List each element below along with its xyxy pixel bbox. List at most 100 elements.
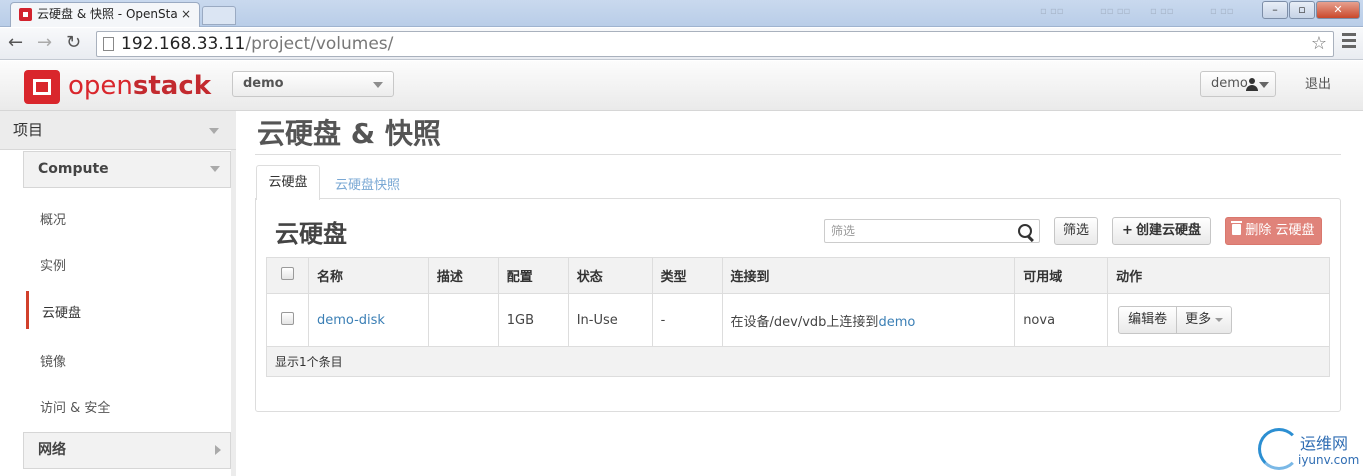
- browser-menu-icon[interactable]: [1342, 33, 1356, 51]
- page-title: 云硬盘 & 快照: [257, 117, 441, 150]
- create-volume-button[interactable]: + 创建云硬盘: [1112, 217, 1211, 245]
- close-tab-icon[interactable]: ×: [181, 3, 191, 26]
- sidebar-group-compute[interactable]: Compute: [23, 151, 231, 188]
- sidebar-item-label: 云硬盘: [42, 306, 82, 321]
- cell-attached-to: 在设备/dev/vdb上连接到demo: [721, 293, 1016, 347]
- logout-link[interactable]: 退出: [1305, 73, 1331, 92]
- select-all-checkbox[interactable]: [281, 267, 294, 280]
- sidebar-project-header[interactable]: 项目: [0, 111, 236, 150]
- watermark-en: iyunv.com: [1298, 453, 1360, 467]
- sidebar-item-overview[interactable]: 概况: [40, 209, 66, 228]
- search-icon[interactable]: [1018, 224, 1036, 242]
- address-path: /project/volumes/: [245, 34, 394, 54]
- cell-name: demo-disk: [307, 293, 429, 347]
- sidebar-item-instances[interactable]: 实例: [40, 255, 66, 274]
- create-volume-label: 创建云硬盘: [1135, 223, 1201, 238]
- attached-instance-link[interactable]: demo: [878, 315, 915, 330]
- openstack-header: openstack demo demo 退出: [0, 61, 1363, 111]
- project-select-value: demo: [243, 76, 284, 91]
- table-title: 云硬盘: [275, 220, 347, 248]
- filter-input[interactable]: [824, 219, 1040, 243]
- sidebar-item-images[interactable]: 镜像: [40, 351, 66, 370]
- faint-toolbar-shortcut-icon: ▫ ▫▫: [1040, 6, 1064, 17]
- table-footer-count: 显示1个条目: [266, 346, 1330, 377]
- sidebar-group-label: Compute: [38, 161, 109, 177]
- faint-toolbar-shortcut-icon: ▫▫ ▫▫: [1100, 6, 1131, 17]
- sidebar-project-label: 项目: [13, 121, 44, 139]
- row-actions: 编辑卷 更多: [1118, 306, 1233, 334]
- openstack-wordmark: openstack: [68, 71, 212, 101]
- row-checkbox[interactable]: [281, 311, 294, 325]
- table-row: demo-disk 1GB In-Use - 在设备/dev/vdb上连接到de…: [266, 293, 1330, 347]
- sidebar-group-label: 网络: [38, 442, 66, 458]
- project-select[interactable]: demo: [232, 71, 394, 97]
- filter-button[interactable]: 筛选: [1054, 217, 1098, 245]
- new-tab-button[interactable]: [202, 6, 236, 25]
- column-header-status[interactable]: 状态: [567, 257, 653, 294]
- watermark-swirl-icon: [1258, 428, 1300, 470]
- faint-toolbar-shortcut-icon: ▫ ▫▫: [1150, 6, 1174, 17]
- browser-tab[interactable]: 云硬盘 & 快照 - OpenSta ×: [10, 2, 200, 27]
- sidebar: 项目 Compute 概况 实例 云硬盘 镜像 访问 & 安全 网络: [0, 111, 236, 476]
- browser-toolbar: ← → ↻ 192.168.33.11/project/volumes/ ☆: [0, 28, 1363, 60]
- cell-size: 1GB: [497, 293, 569, 347]
- chevron-right-icon: [215, 445, 221, 455]
- volumes-table: 名称 描述 配置 状态 类型 连接到 可用域 动作 demo-disk 1GB …: [266, 257, 1330, 377]
- trash-icon: [1231, 221, 1243, 235]
- column-header-attached-to[interactable]: 连接到: [721, 257, 1016, 294]
- more-actions-label: 更多: [1185, 312, 1212, 327]
- browser-tab-title: 云硬盘 & 快照 - OpenSta: [37, 7, 178, 21]
- cell-type: -: [651, 293, 723, 347]
- chevron-down-icon: [210, 166, 220, 172]
- address-host: 192.168.33.11: [121, 34, 246, 54]
- tab-volume-snapshots[interactable]: 云硬盘快照: [335, 174, 400, 193]
- cell-status: In-Use: [567, 293, 653, 347]
- attached-prefix: 在设备/dev/vdb上连接到: [730, 314, 879, 330]
- user-menu[interactable]: demo: [1200, 71, 1276, 97]
- column-header-type[interactable]: 类型: [651, 257, 723, 294]
- sidebar-item-volumes[interactable]: 云硬盘: [26, 291, 231, 329]
- column-header-size[interactable]: 配置: [497, 257, 569, 294]
- openstack-favicon-icon: [19, 8, 32, 21]
- column-header-name[interactable]: 名称: [307, 257, 429, 294]
- chevron-down-icon: [209, 128, 219, 134]
- user-menu-label: demo: [1211, 76, 1248, 91]
- volume-name-link[interactable]: demo-disk: [317, 313, 385, 328]
- row-select-cell: [266, 293, 309, 347]
- faint-toolbar-shortcut-icon: ▫ ▫▫: [1210, 6, 1234, 17]
- maximize-window-icon[interactable]: ▫: [1289, 1, 1315, 19]
- table-header-row: 名称 描述 配置 状态 类型 连接到 可用域 动作: [266, 257, 1330, 294]
- table-footer-row: 显示1个条目: [266, 346, 1330, 377]
- select-all-cell: [266, 257, 309, 294]
- sidebar-group-network[interactable]: 网络: [23, 432, 231, 469]
- chevron-down-icon: [373, 82, 383, 88]
- openstack-logo-icon: [24, 70, 60, 104]
- back-arrow-icon[interactable]: ←: [8, 32, 23, 54]
- reload-icon[interactable]: ↻: [66, 32, 81, 54]
- sidebar-item-access-security[interactable]: 访问 & 安全: [40, 397, 110, 416]
- edit-volume-button[interactable]: 编辑卷: [1119, 307, 1178, 333]
- title-divider: [255, 154, 1341, 155]
- cell-description: [427, 293, 499, 347]
- tab-volumes[interactable]: 云硬盘: [256, 165, 320, 200]
- delete-volume-label: 删除 云硬盘: [1245, 223, 1315, 238]
- close-window-icon[interactable]: ✕: [1316, 1, 1360, 19]
- more-actions-button[interactable]: 更多: [1177, 307, 1231, 333]
- browser-tabstrip: 云硬盘 & 快照 - OpenSta × ▫ ▫▫ ▫▫ ▫▫ ▫ ▫▫ ▫ ▫…: [0, 0, 1363, 27]
- delete-volume-button[interactable]: 删除 云硬盘: [1225, 217, 1322, 245]
- address-bar[interactable]: 192.168.33.11/project/volumes/ ☆: [96, 31, 1334, 57]
- column-header-description[interactable]: 描述: [427, 257, 499, 294]
- cell-actions: 编辑卷 更多: [1107, 293, 1330, 347]
- plus-icon: +: [1122, 223, 1133, 238]
- forward-arrow-icon[interactable]: →: [37, 32, 52, 54]
- minimize-window-icon[interactable]: –: [1262, 1, 1288, 19]
- chevron-down-icon: [1215, 318, 1224, 344]
- bookmark-star-icon[interactable]: ☆: [1311, 32, 1327, 56]
- watermark-cn: 运维网: [1300, 434, 1349, 453]
- page-icon: [103, 37, 114, 51]
- column-header-actions: 动作: [1107, 257, 1330, 294]
- column-header-zone[interactable]: 可用域: [1014, 257, 1109, 294]
- watermark-logo: 运维网 iyunv.com: [1258, 428, 1360, 472]
- chevron-down-icon: [1259, 82, 1269, 88]
- user-icon: [1246, 78, 1258, 91]
